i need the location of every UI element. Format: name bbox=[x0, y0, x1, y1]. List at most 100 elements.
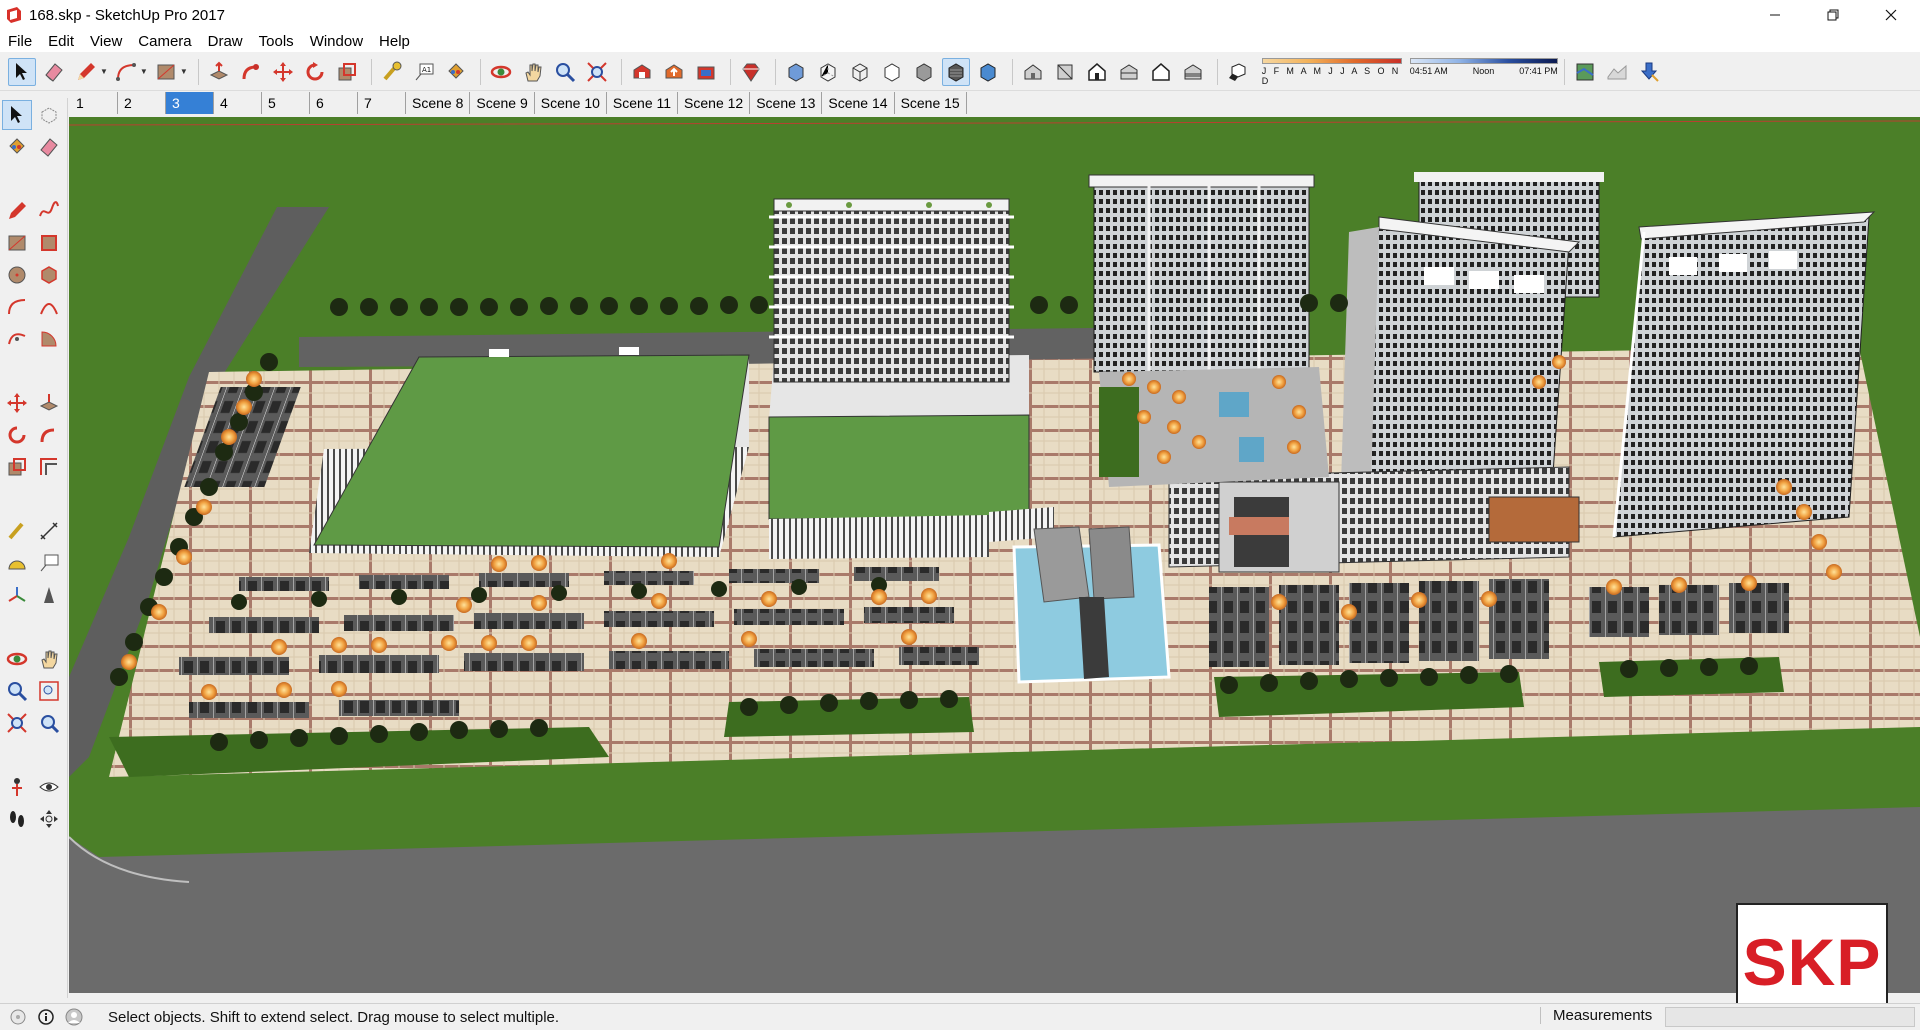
menu-help[interactable]: Help bbox=[371, 33, 418, 50]
previous-view-button[interactable] bbox=[34, 708, 64, 738]
hidden-line-button[interactable] bbox=[878, 58, 906, 86]
scene-tab[interactable]: Scene 15 bbox=[895, 92, 967, 114]
xray-style-button[interactable] bbox=[782, 58, 810, 86]
menu-file[interactable]: File bbox=[0, 33, 40, 50]
eraser-tool-button[interactable] bbox=[34, 132, 64, 162]
scene-tab[interactable]: Scene 10 bbox=[535, 92, 607, 114]
menu-window[interactable]: Window bbox=[302, 33, 371, 50]
polygon-tool-button[interactable] bbox=[34, 260, 64, 290]
close-button[interactable] bbox=[1862, 0, 1920, 30]
time-slider[interactable] bbox=[1409, 57, 1558, 64]
credits-info-icon[interactable] bbox=[36, 1007, 56, 1027]
user-account-icon[interactable] bbox=[64, 1007, 84, 1027]
circle-tool-button[interactable] bbox=[2, 260, 32, 290]
menu-camera[interactable]: Camera bbox=[130, 33, 199, 50]
make-component-button[interactable] bbox=[34, 100, 64, 130]
line-tool-button[interactable] bbox=[2, 196, 32, 226]
paint-bucket-button[interactable] bbox=[442, 58, 470, 86]
zoom-button[interactable] bbox=[2, 676, 32, 706]
scene-tab[interactable]: Scene 12 bbox=[678, 92, 751, 114]
scene-tab[interactable]: 2 bbox=[118, 92, 166, 114]
extension-manager-button[interactable] bbox=[737, 58, 765, 86]
paint-bucket-button[interactable] bbox=[2, 132, 32, 162]
scene-tab-active[interactable]: 3 bbox=[166, 92, 214, 114]
arc-tool-dropdown-icon[interactable]: ▼ bbox=[140, 67, 148, 76]
zoom-window-button[interactable] bbox=[34, 676, 64, 706]
front-view-button[interactable] bbox=[1083, 58, 1111, 86]
scene-tab[interactable]: Scene 14 bbox=[822, 92, 895, 114]
orbit-button[interactable] bbox=[2, 644, 32, 674]
move-tool-button[interactable] bbox=[2, 388, 32, 418]
pan-button[interactable] bbox=[519, 58, 547, 86]
iso-view-button[interactable] bbox=[1019, 58, 1047, 86]
shape-tool-button[interactable] bbox=[152, 58, 180, 86]
tape-measure-button[interactable] bbox=[2, 516, 32, 546]
3d-text-button[interactable] bbox=[34, 580, 64, 610]
scene-tab[interactable]: 1 bbox=[70, 92, 118, 114]
photo-textures-button[interactable] bbox=[1635, 58, 1663, 86]
restore-button[interactable] bbox=[1804, 0, 1862, 30]
scale-tool-button[interactable] bbox=[333, 58, 361, 86]
dimension-tool-button[interactable] bbox=[34, 516, 64, 546]
arc-tool-button[interactable] bbox=[2, 292, 32, 322]
scene-tab[interactable]: Scene 8 bbox=[406, 92, 471, 114]
freehand-tool-button[interactable] bbox=[34, 196, 64, 226]
scale-tool-button[interactable] bbox=[2, 452, 32, 482]
tape-measure-button[interactable] bbox=[378, 58, 406, 86]
scene-tab[interactable]: Scene 9 bbox=[470, 92, 535, 114]
back-edges-button[interactable] bbox=[814, 58, 842, 86]
zoom-button[interactable] bbox=[551, 58, 579, 86]
shape-tool-dropdown-icon[interactable]: ▼ bbox=[180, 67, 188, 76]
arc-tool-button[interactable] bbox=[112, 58, 140, 86]
push-pull-button[interactable] bbox=[34, 388, 64, 418]
scene-tab[interactable]: Scene 11 bbox=[607, 92, 679, 114]
shadow-toggle-button[interactable] bbox=[1224, 58, 1252, 86]
shaded-button[interactable] bbox=[910, 58, 938, 86]
model-viewport[interactable] bbox=[69, 117, 1920, 993]
eraser-tool-button[interactable] bbox=[40, 58, 68, 86]
offset-tool-button[interactable] bbox=[34, 452, 64, 482]
move-tool-button[interactable] bbox=[269, 58, 297, 86]
scene-tab[interactable]: 6 bbox=[310, 92, 358, 114]
follow-me-button[interactable] bbox=[34, 420, 64, 450]
minimize-button[interactable] bbox=[1746, 0, 1804, 30]
select-tool-button[interactable] bbox=[2, 100, 32, 130]
measurements-input[interactable] bbox=[1665, 1007, 1915, 1027]
geo-location-icon[interactable] bbox=[8, 1007, 28, 1027]
walk-button[interactable] bbox=[2, 804, 32, 834]
rotate-tool-button[interactable] bbox=[301, 58, 329, 86]
back-view-button[interactable] bbox=[1147, 58, 1175, 86]
follow-me-button[interactable] bbox=[237, 58, 265, 86]
right-view-button[interactable] bbox=[1115, 58, 1143, 86]
extension-warehouse-button[interactable] bbox=[692, 58, 720, 86]
warehouse-button[interactable] bbox=[628, 58, 656, 86]
share-model-button[interactable] bbox=[660, 58, 688, 86]
select-tool-button[interactable] bbox=[8, 57, 36, 86]
menu-edit[interactable]: Edit bbox=[40, 33, 82, 50]
scene-tab[interactable]: 4 bbox=[214, 92, 262, 114]
axes-tool-button[interactable] bbox=[2, 580, 32, 610]
rotated-rectangle-button[interactable] bbox=[34, 228, 64, 258]
pie-tool-button[interactable] bbox=[34, 324, 64, 354]
scene-tab[interactable]: Scene 13 bbox=[750, 92, 823, 114]
toggle-terrain-button[interactable] bbox=[1603, 58, 1631, 86]
menu-draw[interactable]: Draw bbox=[200, 33, 251, 50]
scene-tab[interactable]: 7 bbox=[358, 92, 406, 114]
three-point-arc-button[interactable] bbox=[2, 324, 32, 354]
rectangle-tool-button[interactable] bbox=[2, 228, 32, 258]
two-point-arc-button[interactable] bbox=[34, 292, 64, 322]
orbit-button[interactable] bbox=[487, 58, 515, 86]
menu-view[interactable]: View bbox=[82, 33, 130, 50]
date-slider[interactable] bbox=[1261, 57, 1402, 64]
protractor-button[interactable] bbox=[2, 548, 32, 578]
left-view-button[interactable] bbox=[1179, 58, 1207, 86]
position-camera-button[interactable] bbox=[2, 772, 32, 802]
shaded-with-textures-button[interactable] bbox=[941, 57, 970, 86]
text-tool-button[interactable]: A1 bbox=[410, 58, 438, 86]
line-tool-dropdown-icon[interactable]: ▼ bbox=[100, 67, 108, 76]
scene-tab[interactable]: 5 bbox=[262, 92, 310, 114]
rotate-tool-button[interactable] bbox=[2, 420, 32, 450]
monochrome-button[interactable] bbox=[974, 58, 1002, 86]
text-tool-button[interactable] bbox=[34, 548, 64, 578]
push-pull-button[interactable] bbox=[205, 58, 233, 86]
